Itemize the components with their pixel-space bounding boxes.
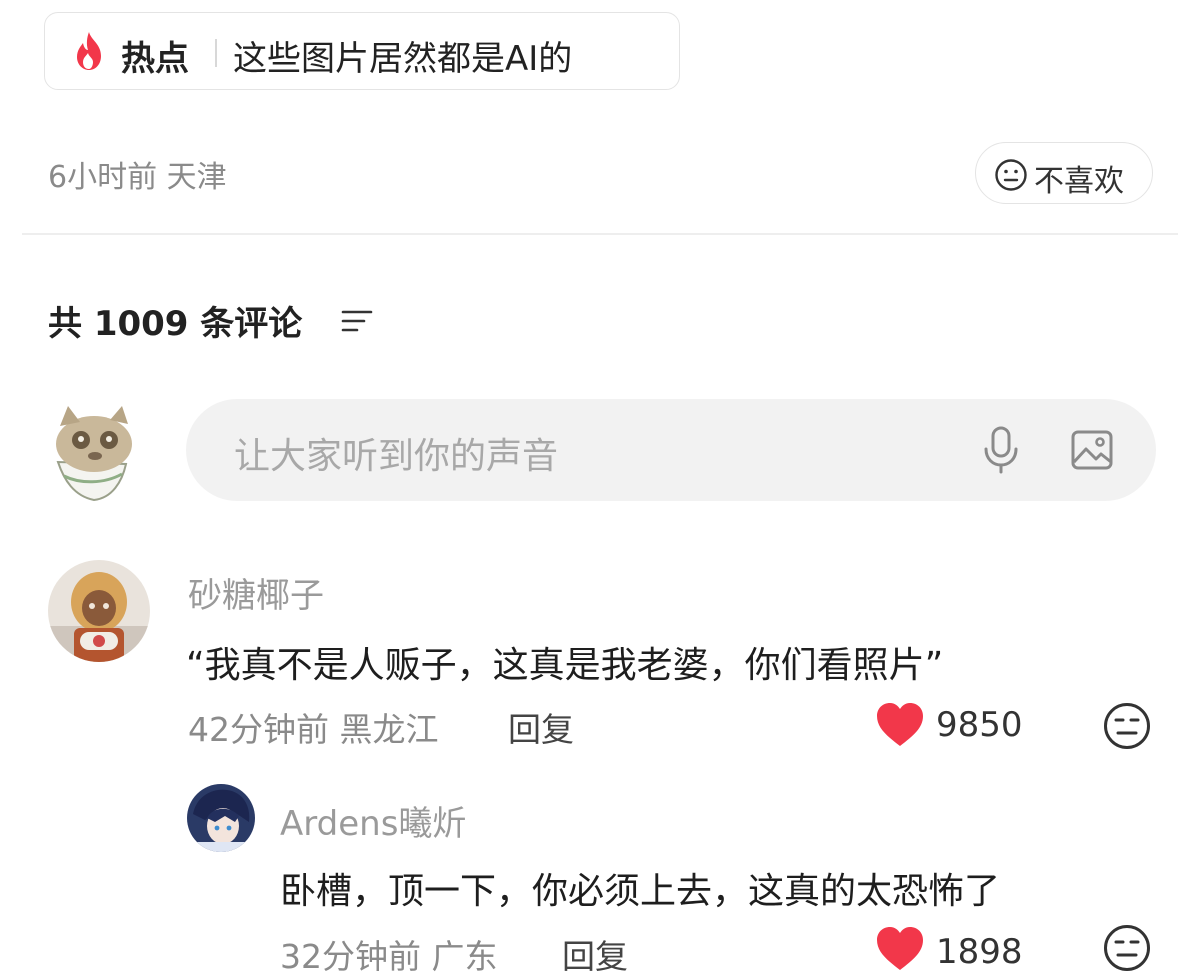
heart-icon[interactable] bbox=[875, 702, 925, 748]
section-divider bbox=[22, 233, 1178, 235]
microphone-icon[interactable] bbox=[980, 425, 1022, 475]
comment-text: “我真不是人贩子，这真是我老婆，你们看照片” bbox=[186, 645, 944, 686]
sort-icon[interactable] bbox=[340, 306, 374, 336]
commenter-avatar[interactable] bbox=[48, 560, 150, 662]
reply-button[interactable]: 回复 bbox=[562, 930, 628, 973]
commenter-avatar[interactable] bbox=[187, 784, 255, 852]
hot-topic-chip[interactable]: 热点 这些图片居然都是AI的 bbox=[44, 12, 680, 90]
hot-topic-title: 这些图片居然都是AI的 bbox=[233, 39, 573, 79]
comment-input[interactable]: 让大家听到你的声音 bbox=[186, 399, 1156, 501]
image-icon[interactable] bbox=[1070, 429, 1114, 471]
comment-input-placeholder: 让大家听到你的声音 bbox=[234, 436, 559, 477]
like-count: 9850 bbox=[936, 705, 1023, 745]
comment-time-location: 42分钟前 黑龙江 bbox=[188, 710, 439, 749]
neutral-face-icon[interactable] bbox=[1102, 923, 1152, 973]
hot-badge-label: 热点 bbox=[121, 39, 189, 79]
like-count: 1898 bbox=[936, 932, 1023, 972]
dislike-button[interactable]: 不喜欢 bbox=[975, 142, 1153, 204]
dislike-label: 不喜欢 bbox=[1034, 164, 1124, 199]
heart-icon[interactable] bbox=[875, 926, 925, 972]
my-avatar[interactable] bbox=[44, 400, 144, 504]
comment-time-location: 32分钟前 广东 bbox=[280, 937, 498, 973]
post-time-location: 6小时前 天津 bbox=[48, 160, 227, 195]
neutral-face-icon[interactable] bbox=[1102, 701, 1152, 751]
comment-username[interactable]: 砂糖椰子 bbox=[188, 568, 324, 617]
hot-divider bbox=[215, 39, 217, 67]
reply-button[interactable]: 回复 bbox=[508, 703, 574, 751]
comment-username[interactable]: Ardens曦炘 bbox=[280, 796, 466, 845]
neutral-face-icon bbox=[995, 159, 1027, 191]
comment-count: 共 1009 条评论 bbox=[48, 304, 303, 344]
comment-text: 卧槽，顶一下，你必须上去，这真的太恐怖了 bbox=[280, 871, 1001, 912]
fire-icon bbox=[77, 32, 101, 70]
